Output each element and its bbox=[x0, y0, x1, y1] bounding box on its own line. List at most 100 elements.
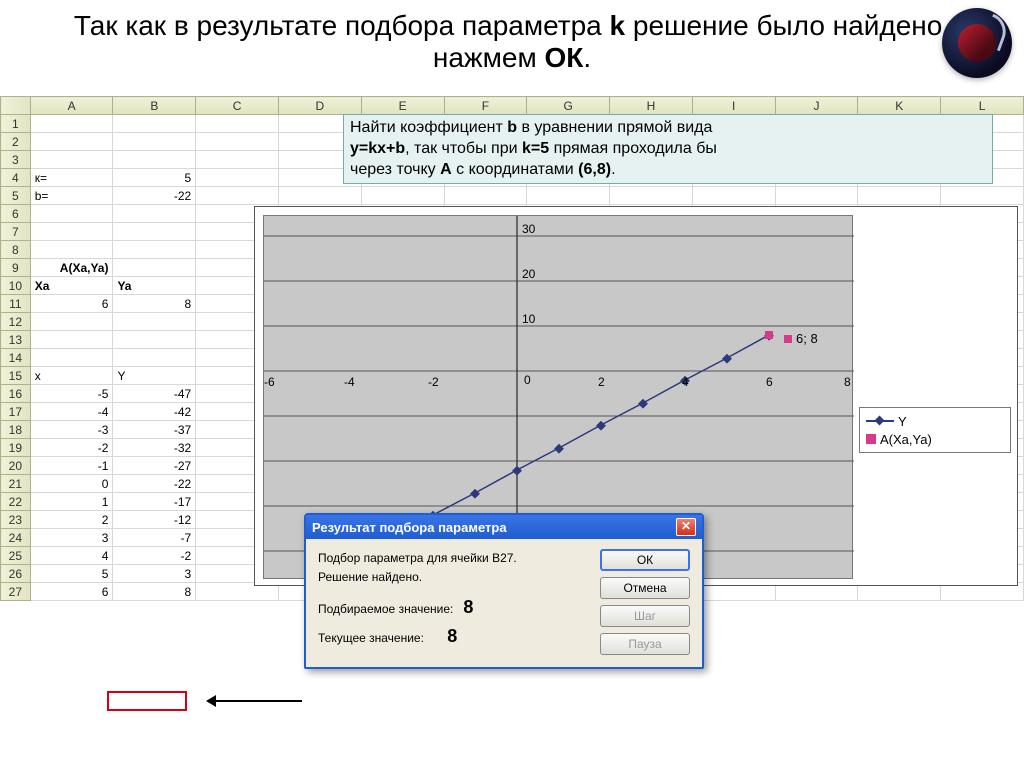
cell[interactable]: к= bbox=[30, 169, 113, 187]
row-header[interactable]: 15 bbox=[1, 367, 31, 385]
cell[interactable]: 3 bbox=[30, 529, 113, 547]
row-header[interactable]: 26 bbox=[1, 565, 31, 583]
cell[interactable]: -37 bbox=[113, 421, 196, 439]
cell[interactable] bbox=[444, 187, 527, 205]
col-header[interactable]: D bbox=[279, 97, 362, 115]
cell[interactable]: 8 bbox=[113, 295, 196, 313]
cell[interactable]: -5 bbox=[30, 385, 113, 403]
cell[interactable]: 8 bbox=[113, 583, 196, 601]
cell[interactable] bbox=[610, 187, 693, 205]
cell[interactable] bbox=[113, 259, 196, 277]
row-header[interactable]: 18 bbox=[1, 421, 31, 439]
row-header[interactable]: 5 bbox=[1, 187, 31, 205]
cell[interactable]: Xa bbox=[30, 277, 113, 295]
cell[interactable]: -47 bbox=[113, 385, 196, 403]
row-header[interactable]: 16 bbox=[1, 385, 31, 403]
cell[interactable]: -42 bbox=[113, 403, 196, 421]
cell[interactable]: -32 bbox=[113, 439, 196, 457]
col-header[interactable]: K bbox=[858, 97, 941, 115]
cell[interactable]: Y bbox=[113, 367, 196, 385]
row-header[interactable]: 19 bbox=[1, 439, 31, 457]
cell[interactable]: -2 bbox=[30, 439, 113, 457]
dialog-titlebar[interactable]: Результат подбора параметра ✕ bbox=[306, 515, 702, 539]
row-header[interactable]: 21 bbox=[1, 475, 31, 493]
cell[interactable]: -1 bbox=[30, 457, 113, 475]
cell[interactable]: -12 bbox=[113, 511, 196, 529]
cell[interactable] bbox=[113, 205, 196, 223]
col-header[interactable]: A bbox=[30, 97, 113, 115]
cell[interactable]: -2 bbox=[113, 547, 196, 565]
cell[interactable]: 5 bbox=[30, 565, 113, 583]
row-header[interactable]: 11 bbox=[1, 295, 31, 313]
cell[interactable]: 6 bbox=[30, 295, 113, 313]
row-header[interactable]: 27 bbox=[1, 583, 31, 601]
cell[interactable] bbox=[30, 151, 113, 169]
cell[interactable]: b= bbox=[30, 187, 113, 205]
cell[interactable] bbox=[941, 187, 1024, 205]
cell[interactable]: -3 bbox=[30, 421, 113, 439]
cell[interactable] bbox=[196, 133, 279, 151]
row-header[interactable]: 10 bbox=[1, 277, 31, 295]
cell[interactable]: 6 bbox=[30, 583, 113, 601]
cell[interactable] bbox=[196, 169, 279, 187]
cell[interactable] bbox=[113, 223, 196, 241]
col-header[interactable]: L bbox=[941, 97, 1024, 115]
cell[interactable] bbox=[113, 241, 196, 259]
cell[interactable] bbox=[113, 331, 196, 349]
cell[interactable]: -22 bbox=[113, 187, 196, 205]
row-header[interactable]: 7 bbox=[1, 223, 31, 241]
close-icon[interactable]: ✕ bbox=[676, 518, 696, 536]
col-header[interactable]: E bbox=[361, 97, 444, 115]
cell[interactable] bbox=[30, 349, 113, 367]
cell[interactable] bbox=[527, 187, 610, 205]
row-header[interactable]: 2 bbox=[1, 133, 31, 151]
cell[interactable] bbox=[196, 115, 279, 133]
cell[interactable] bbox=[196, 187, 279, 205]
cell[interactable]: -22 bbox=[113, 475, 196, 493]
cell[interactable] bbox=[113, 133, 196, 151]
row-header[interactable]: 1 bbox=[1, 115, 31, 133]
cell[interactable] bbox=[30, 331, 113, 349]
cell[interactable] bbox=[30, 133, 113, 151]
cell[interactable]: 4 bbox=[30, 547, 113, 565]
cell[interactable]: -7 bbox=[113, 529, 196, 547]
ok-button[interactable]: ОК bbox=[600, 549, 690, 571]
row-header[interactable]: 25 bbox=[1, 547, 31, 565]
cell[interactable]: -17 bbox=[113, 493, 196, 511]
row-header[interactable]: 4 bbox=[1, 169, 31, 187]
row-header[interactable]: 9 bbox=[1, 259, 31, 277]
cell[interactable] bbox=[113, 151, 196, 169]
cell[interactable] bbox=[113, 313, 196, 331]
row-header[interactable]: 14 bbox=[1, 349, 31, 367]
cell[interactable]: x bbox=[30, 367, 113, 385]
col-header[interactable]: H bbox=[610, 97, 693, 115]
col-header[interactable]: I bbox=[692, 97, 775, 115]
cancel-button[interactable]: Отмена bbox=[600, 577, 690, 599]
row-header[interactable]: 3 bbox=[1, 151, 31, 169]
cell[interactable]: 1 bbox=[30, 493, 113, 511]
cell[interactable] bbox=[30, 115, 113, 133]
row-header[interactable]: 20 bbox=[1, 457, 31, 475]
row-header[interactable]: 13 bbox=[1, 331, 31, 349]
cell[interactable]: Ya bbox=[113, 277, 196, 295]
row-header[interactable]: 8 bbox=[1, 241, 31, 259]
row-header[interactable]: 24 bbox=[1, 529, 31, 547]
cell[interactable]: 0 bbox=[30, 475, 113, 493]
cell[interactable]: A(Xa,Ya) bbox=[30, 259, 113, 277]
row-header[interactable]: 12 bbox=[1, 313, 31, 331]
col-header[interactable]: B bbox=[113, 97, 196, 115]
row-header[interactable]: 22 bbox=[1, 493, 31, 511]
cell[interactable] bbox=[113, 349, 196, 367]
cell[interactable]: -4 bbox=[30, 403, 113, 421]
col-header[interactable]: G bbox=[527, 97, 610, 115]
col-header[interactable]: C bbox=[196, 97, 279, 115]
cell[interactable] bbox=[775, 187, 858, 205]
cell[interactable]: 5 bbox=[113, 169, 196, 187]
cell[interactable]: -27 bbox=[113, 457, 196, 475]
cell[interactable] bbox=[858, 187, 941, 205]
cell[interactable] bbox=[692, 187, 775, 205]
cell[interactable]: 3 bbox=[113, 565, 196, 583]
cell[interactable] bbox=[196, 151, 279, 169]
cell[interactable] bbox=[30, 241, 113, 259]
cell[interactable] bbox=[113, 115, 196, 133]
